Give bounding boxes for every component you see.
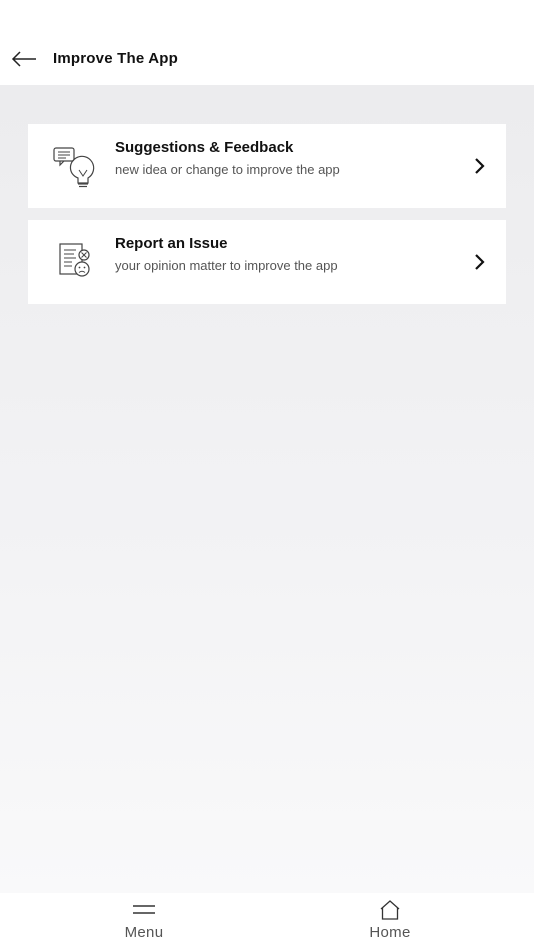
bottom-navigation: Menu Home bbox=[0, 893, 534, 950]
improve-app-screen: Improve The App Suggestions & Feedback n… bbox=[0, 0, 534, 950]
card-title: Report an Issue bbox=[115, 235, 228, 252]
nav-menu-button[interactable]: Menu bbox=[89, 899, 199, 947]
hamburger-menu-icon bbox=[130, 899, 158, 921]
page-title: Improve The App bbox=[53, 50, 178, 67]
home-icon bbox=[376, 899, 404, 921]
nav-menu-label: Menu bbox=[124, 924, 164, 941]
nav-home-label: Home bbox=[369, 924, 411, 941]
report-issue-card[interactable]: Report an Issue your opinion matter to i… bbox=[28, 220, 506, 304]
card-subtitle: new idea or change to improve the app bbox=[115, 162, 340, 177]
lightbulb-chat-icon bbox=[53, 147, 95, 188]
chevron-right-icon bbox=[472, 250, 488, 274]
card-title: Suggestions & Feedback bbox=[115, 139, 294, 156]
report-document-icon bbox=[59, 243, 90, 277]
arrow-left-icon bbox=[11, 51, 36, 67]
content-area: Suggestions & Feedback new idea or chang… bbox=[0, 85, 534, 893]
app-header: Improve The App bbox=[0, 0, 534, 85]
chevron-right-icon bbox=[472, 154, 488, 178]
nav-home-button[interactable]: Home bbox=[335, 899, 445, 947]
card-subtitle: your opinion matter to improve the app bbox=[115, 258, 338, 273]
suggestions-feedback-card[interactable]: Suggestions & Feedback new idea or chang… bbox=[28, 124, 506, 208]
back-button[interactable] bbox=[8, 46, 40, 72]
